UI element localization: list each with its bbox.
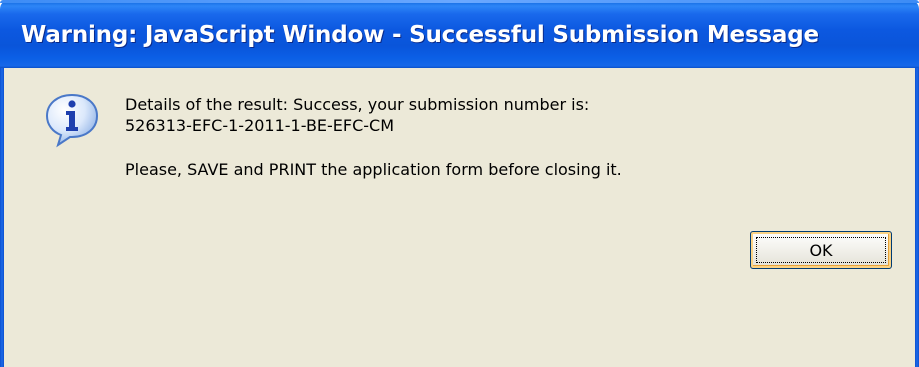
submission-number: 526313-EFC-1-2011-1-BE-EFC-CM: [125, 116, 395, 135]
dialog-title: Warning: JavaScript Window - Successful …: [21, 22, 819, 48]
message-line-result: Details of the result: Success, your sub…: [125, 95, 590, 114]
ok-button[interactable]: OK: [750, 231, 892, 269]
message-line-instruction: Please, SAVE and PRINT the application f…: [125, 160, 622, 179]
dialog-body: Details of the result: Success, your sub…: [4, 68, 915, 367]
window-frame-right: [915, 68, 919, 367]
title-bar[interactable]: Warning: JavaScript Window - Successful …: [0, 0, 919, 68]
ok-button-label: OK: [809, 240, 833, 260]
info-icon: [45, 93, 99, 148]
alert-dialog: Warning: JavaScript Window - Successful …: [0, 0, 919, 367]
message-text: Details of the result: Success, your sub…: [125, 94, 622, 180]
